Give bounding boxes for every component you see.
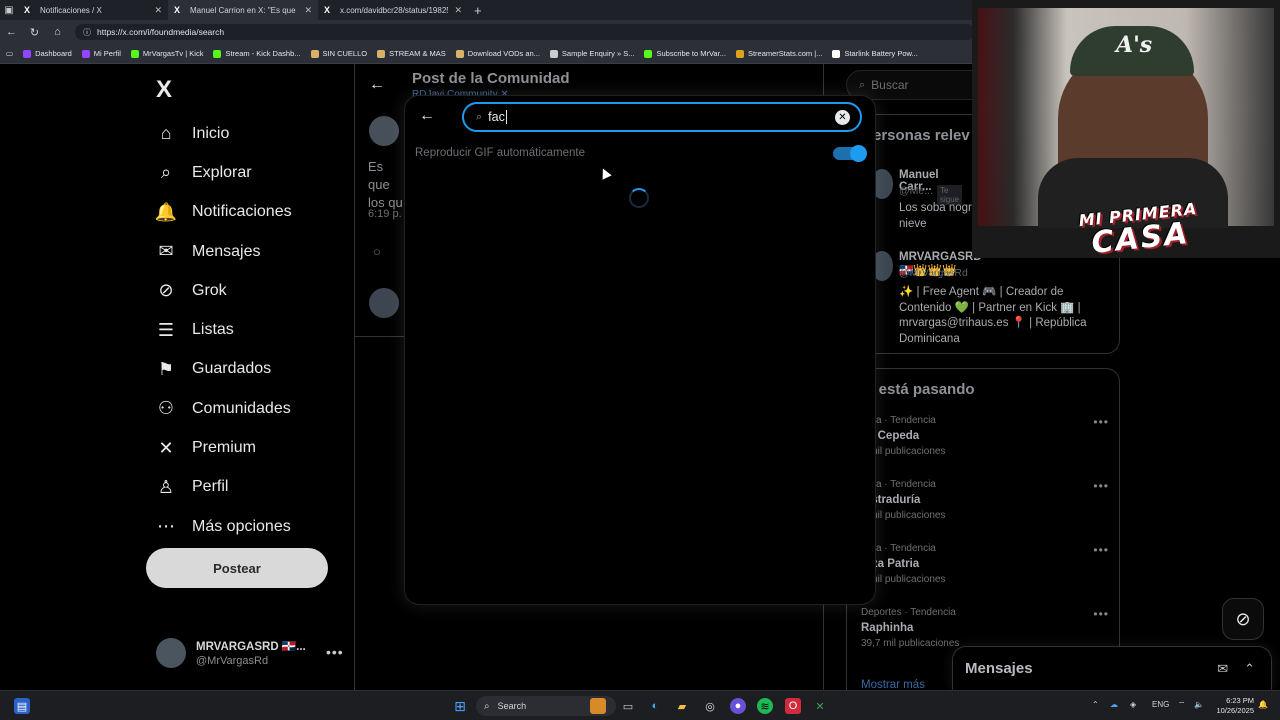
bookmark-item[interactable]: Subscribe to MrVar... (644, 49, 726, 58)
cap-logo-text: A's (1116, 32, 1153, 58)
volume-icon[interactable]: 🔈 (1194, 700, 1204, 709)
bookmark-item[interactable]: Starlink Battery Pow... (832, 49, 918, 58)
bookmark-label: Mi Perfil (93, 49, 121, 58)
clear-search-icon[interactable]: ✕ (835, 110, 850, 125)
bookmark-item[interactable]: Stream - Kick Dashb... (213, 49, 301, 58)
gif-search-value: fac (488, 110, 505, 124)
widgets-icon[interactable]: ▤ (14, 698, 30, 714)
gif-search-input[interactable]: ⌕ fac ✕ (462, 102, 862, 132)
new-tab-icon[interactable]: + (474, 3, 482, 18)
bookmark-label: Download VODs an... (467, 49, 540, 58)
gif-search-modal: ← ⌕ fac ✕ Reproducir GIF automáticamente (405, 96, 875, 604)
bookmark-label: Subscribe to MrVar... (656, 49, 726, 58)
gif-autoplay-toggle[interactable] (833, 145, 867, 162)
refresh-icon[interactable]: ↻ (23, 26, 46, 39)
x-favicon-icon: X (24, 5, 31, 15)
bookmark-item[interactable]: Sample Enquiry » S... (549, 49, 635, 58)
xbox-icon[interactable]: ✕ (812, 698, 828, 714)
site-info-icon[interactable]: ⓘ (83, 27, 91, 38)
bookmark-favicon-icon (377, 49, 386, 58)
bookmark-label: Sample Enquiry » S... (561, 49, 635, 58)
bookmark-favicon-icon (549, 49, 558, 58)
search-icon: ⌕ (476, 110, 483, 123)
search-icon: ⌕ (484, 700, 490, 712)
x-favicon-icon: X (174, 5, 181, 15)
loading-spinner-icon (629, 188, 649, 208)
webcam-overlay: A's MI PRIMERA CASA (972, 0, 1280, 258)
edge-icon[interactable]: ◐ (647, 698, 663, 714)
file-explorer-icon[interactable]: ▰ (674, 698, 690, 714)
text-caret (505, 110, 507, 124)
close-tab-icon[interactable]: ✕ (304, 5, 312, 16)
back-icon[interactable]: ← (0, 26, 23, 38)
bookmark-favicon-icon (130, 49, 139, 58)
tab-label: x.com/davidbcr28/status/198257 (340, 5, 449, 15)
bookmark-label: STREAM & MAS (389, 49, 446, 58)
tab-label: Manuel Carrion en X: "Es que Javi (190, 5, 298, 15)
network-tray-icon[interactable]: ◈ (1130, 700, 1136, 709)
url-field[interactable]: ⓘ https://x.com/i/foundmedia/search (75, 24, 975, 40)
bookmark-favicon-icon (310, 49, 319, 58)
browser-tab-1[interactable]: X Notificaciones / X ✕ (18, 0, 168, 20)
bookmark-item[interactable]: SIN CUELLO (310, 49, 368, 58)
spotify-icon[interactable]: ≋ (757, 698, 773, 714)
windows-taskbar: ▤ ⊞ ⌕ Search ▭ ◐ ▰ ◎ ● ≋ O ✕ ⌃ ☁ ◈ ENG ⌔… (0, 690, 1280, 720)
opera-icon[interactable]: O (785, 698, 801, 714)
browser-tab-3[interactable]: X x.com/davidbcr28/status/198257 ✕ (318, 0, 468, 20)
close-tab-icon[interactable]: ✕ (154, 5, 162, 16)
toggle-knob (850, 145, 867, 162)
bookmark-label: MrVargasTv | Kick (142, 49, 204, 58)
bookmark-favicon-icon (644, 49, 653, 58)
bookmark-favicon-icon (832, 49, 841, 58)
search-highlight-icon (590, 698, 606, 714)
url-text: https://x.com/i/foundmedia/search (97, 27, 225, 37)
bookmark-label: Stream - Kick Dashb... (225, 49, 301, 58)
bookmark-favicon-icon (735, 49, 744, 58)
system-clock[interactable]: 6:23 PM 10/26/2025 (1212, 696, 1254, 716)
home-icon[interactable]: ⌂ (46, 26, 69, 38)
tab-label: Notificaciones / X (40, 5, 102, 15)
close-tab-icon[interactable]: ✕ (454, 5, 462, 16)
bookmark-favicon-icon (23, 49, 32, 58)
notifications-icon[interactable]: 🔔 (1258, 700, 1268, 709)
bookmark-favicon-icon (81, 49, 90, 58)
bookmark-item[interactable]: Download VODs an... (455, 49, 540, 58)
window-menu-icon[interactable]: ▣ (0, 0, 18, 20)
clock-date: 10/26/2025 (1216, 706, 1254, 715)
browser-tab-2[interactable]: X Manuel Carrion en X: "Es que Javi ✕ (168, 0, 318, 20)
back-arrow-icon[interactable]: ← (419, 107, 435, 125)
language-indicator[interactable]: ENG (1152, 700, 1169, 709)
bookmark-label: Starlink Battery Pow... (844, 49, 918, 58)
bookmark-label: Dashboard (35, 49, 72, 58)
bookmark-item[interactable]: MrVargasTv | Kick (130, 49, 204, 58)
discord-icon[interactable]: ● (730, 698, 746, 714)
bookmark-item[interactable]: StreamerStats.com |... (735, 49, 823, 58)
webcam-frame: A's (978, 8, 1274, 228)
obs-icon[interactable]: ◎ (702, 698, 718, 714)
bookmark-item[interactable]: STREAM & MAS (377, 49, 446, 58)
bookmark-favicon-icon (213, 49, 222, 58)
task-view-icon[interactable]: ▭ (620, 698, 636, 714)
gif-autoplay-label: Reproducir GIF automáticamente (415, 147, 586, 159)
bookmarks-menu-icon[interactable]: ▭ (6, 49, 13, 58)
bookmark-label: StreamerStats.com |... (747, 49, 823, 58)
wifi-icon[interactable]: ⌔ (1178, 700, 1186, 710)
start-icon[interactable]: ⊞ (452, 698, 468, 714)
onedrive-icon[interactable]: ☁ (1110, 700, 1118, 709)
bookmark-favicon-icon (455, 49, 464, 58)
clock-time: 6:23 PM (1226, 696, 1254, 705)
tray-expand-icon[interactable]: ⌃ (1092, 700, 1099, 709)
bookmark-item[interactable]: Dashboard (23, 49, 72, 58)
x-favicon-icon: X (324, 5, 331, 15)
bookmark-label: SIN CUELLO (322, 49, 368, 58)
taskbar-search-label: Search (497, 701, 527, 711)
bookmark-item[interactable]: Mi Perfil (81, 49, 121, 58)
